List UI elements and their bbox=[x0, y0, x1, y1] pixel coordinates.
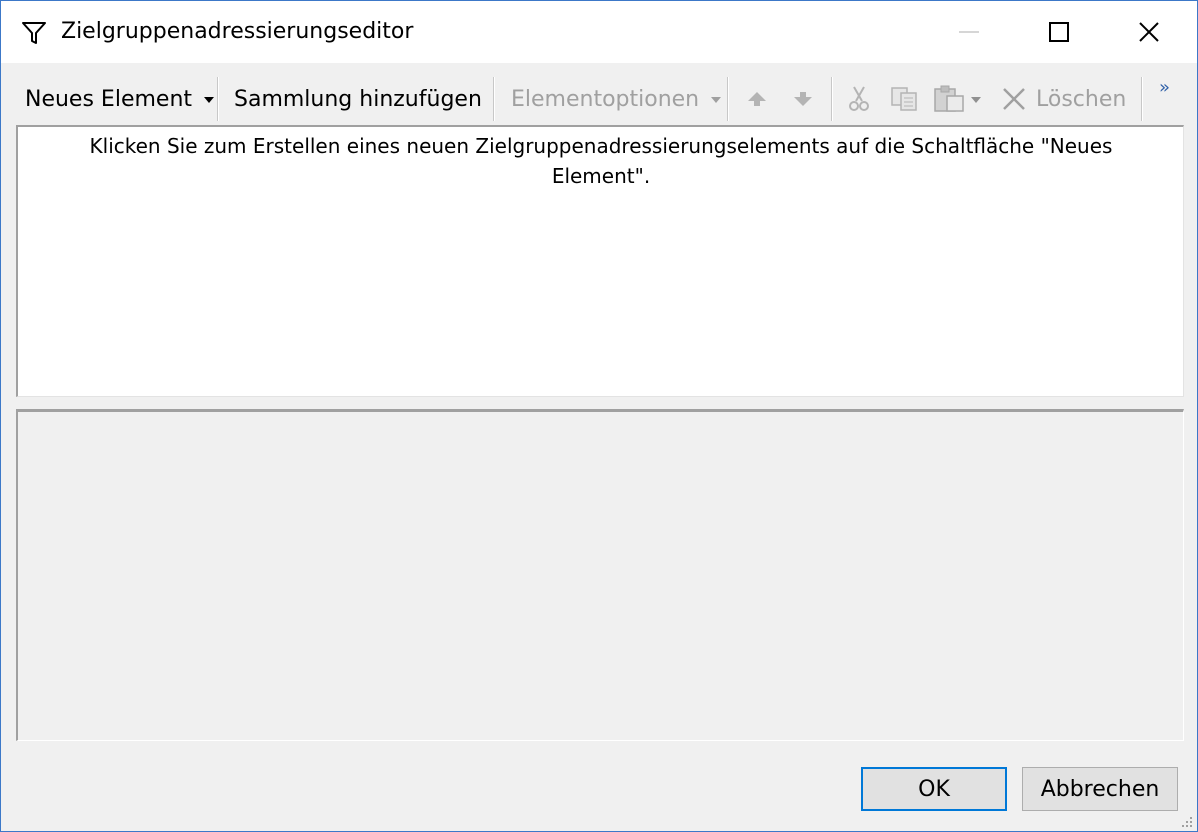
cut-button[interactable] bbox=[847, 75, 871, 123]
chevron-down-icon bbox=[971, 97, 981, 103]
ok-label: OK bbox=[918, 776, 950, 802]
arrow-down-icon bbox=[794, 92, 812, 106]
element-options-label: Elementoptionen bbox=[511, 86, 700, 112]
cancel-button[interactable]: Abbrechen bbox=[1022, 767, 1178, 811]
toolbar-separator bbox=[831, 77, 833, 121]
element-options-dropdown[interactable]: Elementoptionen bbox=[511, 75, 722, 123]
overflow-chevron-icon: » bbox=[1159, 76, 1171, 98]
paste-dropdown[interactable] bbox=[933, 75, 981, 123]
empty-list-hint: Klicken Sie zum Erstellen eines neuen Zi… bbox=[89, 134, 1113, 188]
chevron-down-icon bbox=[204, 97, 215, 103]
toolbar: Neues Element Sammlung hinzufügen Elemen… bbox=[1, 63, 1197, 127]
move-down-button[interactable] bbox=[791, 75, 815, 123]
delete-x-icon bbox=[1003, 88, 1025, 110]
new-element-label: Neues Element bbox=[25, 86, 193, 112]
minimize-icon bbox=[959, 31, 979, 33]
ok-button[interactable]: OK bbox=[861, 767, 1007, 811]
element-list-panel[interactable]: Klicken Sie zum Erstellen eines neuen Zi… bbox=[16, 125, 1184, 397]
element-properties-panel bbox=[16, 409, 1184, 741]
cancel-label: Abbrechen bbox=[1040, 776, 1160, 802]
resize-grip-icon bbox=[1182, 817, 1192, 827]
toolbar-separator bbox=[727, 77, 729, 121]
minimize-button[interactable] bbox=[923, 1, 1015, 63]
arrow-up-icon bbox=[748, 92, 766, 106]
toolbar-separator bbox=[217, 77, 219, 121]
resize-grip[interactable] bbox=[1179, 813, 1193, 827]
add-collection-button[interactable]: Sammlung hinzufügen bbox=[234, 75, 482, 123]
copy-button[interactable] bbox=[890, 75, 920, 123]
close-icon bbox=[1139, 22, 1159, 42]
maximize-button[interactable] bbox=[1013, 1, 1105, 63]
add-collection-label: Sammlung hinzufügen bbox=[234, 86, 482, 112]
toolbar-separator bbox=[1141, 77, 1143, 121]
toolbar-overflow-button[interactable]: » bbox=[1159, 67, 1170, 107]
new-element-dropdown[interactable]: Neues Element bbox=[25, 75, 215, 123]
scissors-icon bbox=[849, 86, 869, 111]
delete-label: Löschen bbox=[1036, 86, 1127, 112]
delete-button[interactable]: Löschen bbox=[1002, 75, 1126, 123]
move-up-button[interactable] bbox=[745, 75, 769, 123]
chevron-down-icon bbox=[711, 97, 722, 103]
copy-icon bbox=[891, 87, 917, 111]
toolbar-separator bbox=[493, 77, 495, 121]
maximize-icon bbox=[1049, 22, 1069, 42]
close-button[interactable] bbox=[1103, 1, 1195, 63]
title-bar: Zielgruppenadressierungseditor bbox=[1, 1, 1197, 63]
filter-icon bbox=[21, 20, 47, 46]
window-title: Zielgruppenadressierungseditor bbox=[61, 19, 414, 44]
paste-icon bbox=[934, 85, 964, 112]
dialog-window: Zielgruppenadressierungseditor Neues Ele… bbox=[0, 0, 1198, 832]
